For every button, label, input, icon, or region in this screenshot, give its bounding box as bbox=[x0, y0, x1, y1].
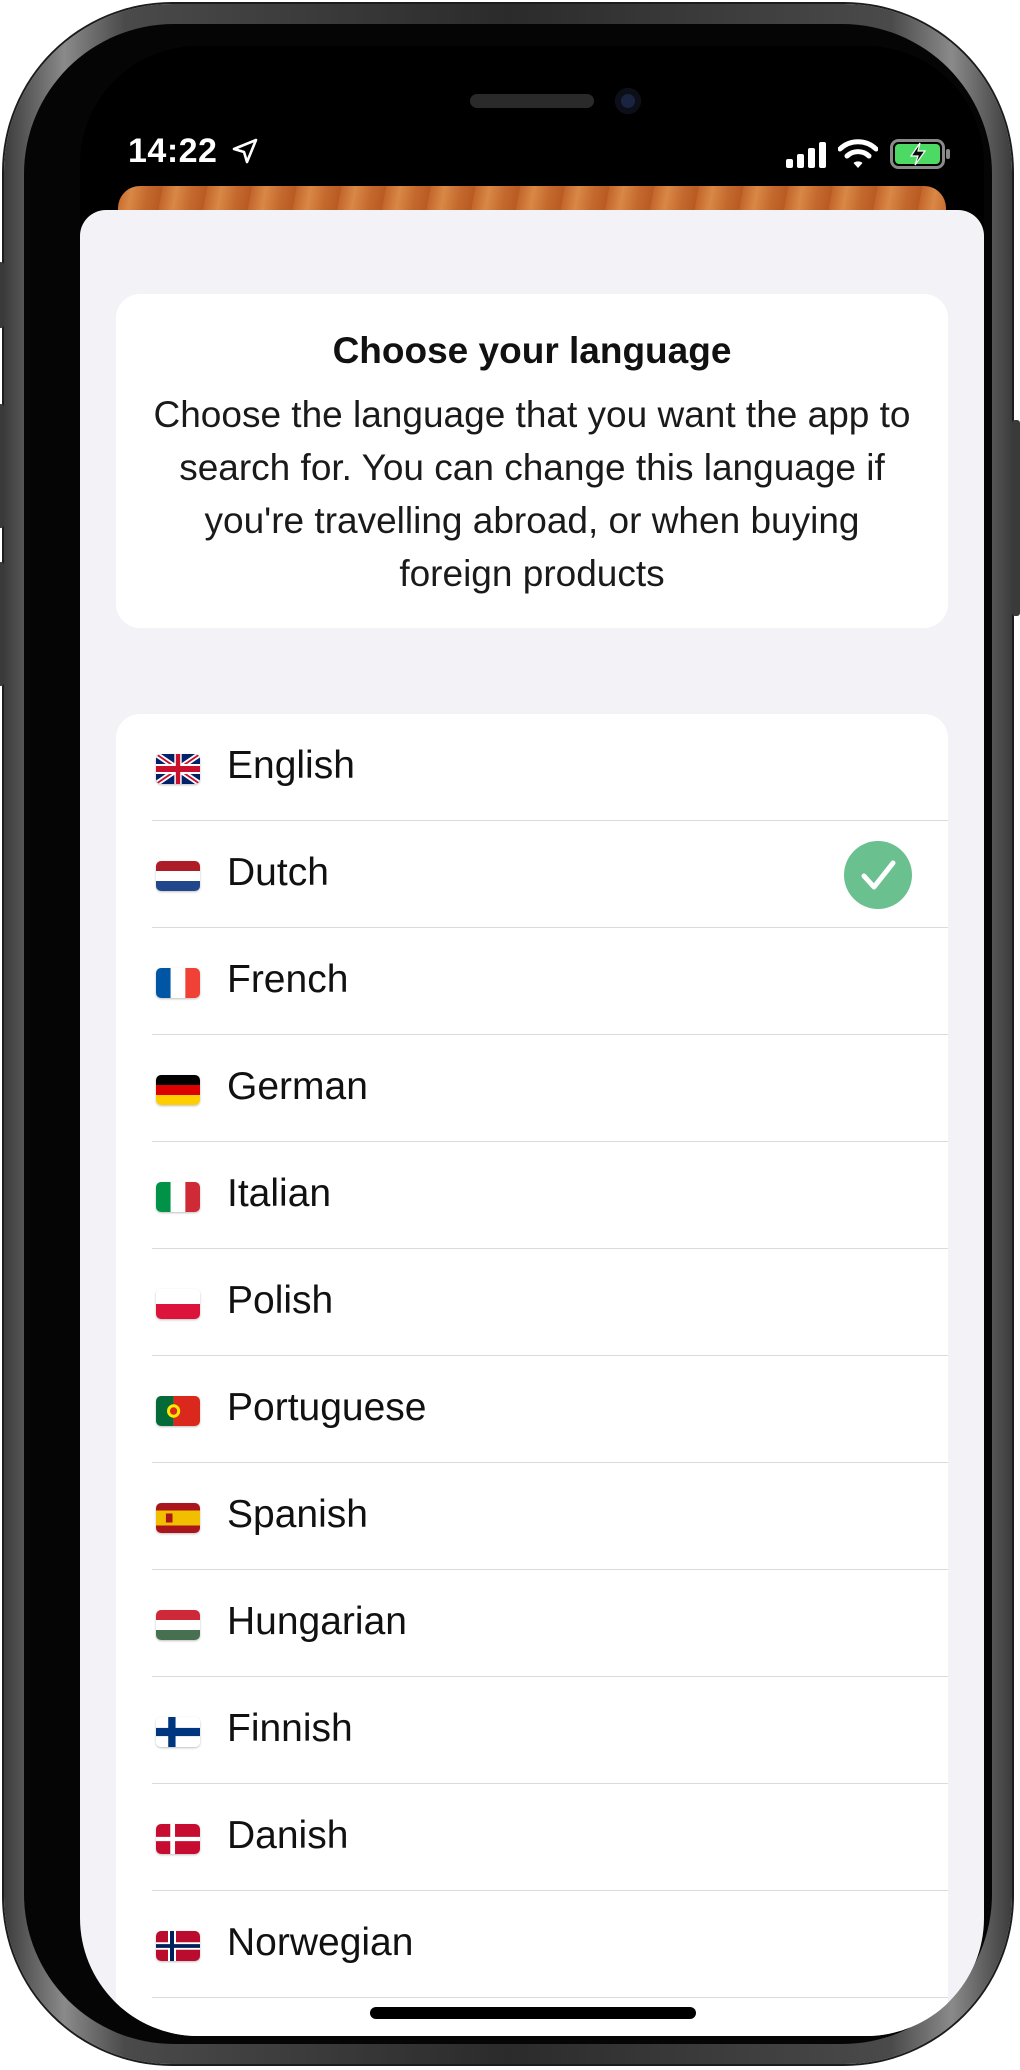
hu-flag-icon bbox=[156, 1610, 200, 1640]
language-row-danish[interactable]: Danish bbox=[116, 1784, 948, 1891]
language-label: Dutch bbox=[227, 851, 329, 894]
power-button bbox=[1012, 420, 1020, 616]
language-label: Portuguese bbox=[227, 1386, 427, 1429]
language-label: Norwegian bbox=[227, 1921, 414, 1964]
language-label: Polish bbox=[227, 1279, 334, 1322]
intro-description: Choose the language that you want the ap… bbox=[153, 394, 911, 594]
language-row-polish[interactable]: Polish bbox=[116, 1249, 948, 1356]
location-arrow-icon bbox=[230, 136, 260, 166]
language-row-italian[interactable]: Italian bbox=[116, 1142, 948, 1249]
language-row-english[interactable]: English bbox=[116, 714, 948, 821]
language-label: Italian bbox=[227, 1172, 332, 1215]
language-label: German bbox=[227, 1065, 368, 1108]
checkmark-icon bbox=[844, 841, 912, 909]
language-row-portuguese[interactable]: Portuguese bbox=[116, 1356, 948, 1463]
phone-bezel: Choose your language Choose the language… bbox=[24, 24, 992, 2044]
notch bbox=[300, 46, 764, 132]
language-label: English bbox=[227, 744, 355, 787]
intro-card: Choose your language Choose the language… bbox=[116, 294, 948, 628]
front-camera bbox=[615, 88, 641, 114]
wifi-icon bbox=[838, 138, 878, 170]
language-row-finnish[interactable]: Finnish bbox=[116, 1677, 948, 1784]
pl-flag-icon bbox=[156, 1289, 200, 1319]
earpiece-speaker bbox=[470, 94, 594, 108]
language-row-hungarian[interactable]: Hungarian bbox=[116, 1570, 948, 1677]
language-row-french[interactable]: French bbox=[116, 928, 948, 1035]
battery-charging-icon bbox=[890, 139, 952, 169]
language-label: Finnish bbox=[227, 1707, 353, 1750]
language-row-german[interactable]: German bbox=[116, 1035, 948, 1142]
nl-flag-icon bbox=[156, 861, 200, 891]
language-list: English Dutch French German Italian Poli… bbox=[116, 714, 948, 2036]
es-flag-icon bbox=[156, 1503, 200, 1533]
volume-down-button bbox=[0, 562, 4, 686]
language-label: Spanish bbox=[227, 1493, 368, 1536]
gb-flag-icon bbox=[156, 754, 200, 784]
phone-frame: Choose your language Choose the language… bbox=[0, 4, 1020, 2064]
status-time: 14:22 bbox=[128, 132, 218, 170]
no-flag-icon bbox=[156, 1931, 200, 1961]
fr-flag-icon bbox=[156, 968, 200, 998]
screen: Choose your language Choose the language… bbox=[80, 46, 984, 2036]
language-row-spanish[interactable]: Spanish bbox=[116, 1463, 948, 1570]
language-row-dutch[interactable]: Dutch bbox=[116, 821, 948, 928]
cellular-signal-icon bbox=[786, 142, 828, 168]
pt-flag-icon bbox=[156, 1396, 200, 1426]
de-flag-icon bbox=[156, 1075, 200, 1105]
intro-title: Choose your language bbox=[332, 330, 732, 371]
language-label: Danish bbox=[227, 1814, 349, 1857]
language-label: Hungarian bbox=[227, 1600, 407, 1643]
language-label: French bbox=[227, 958, 349, 1001]
home-indicator[interactable] bbox=[370, 2007, 696, 2019]
mute-switch bbox=[0, 262, 4, 328]
language-sheet: Choose your language Choose the language… bbox=[80, 210, 984, 2036]
volume-up-button bbox=[0, 404, 4, 528]
fi-flag-icon bbox=[156, 1717, 200, 1747]
language-row-norwegian[interactable]: Norwegian bbox=[116, 1891, 948, 1998]
dk-flag-icon bbox=[156, 1824, 200, 1854]
it-flag-icon bbox=[156, 1182, 200, 1212]
